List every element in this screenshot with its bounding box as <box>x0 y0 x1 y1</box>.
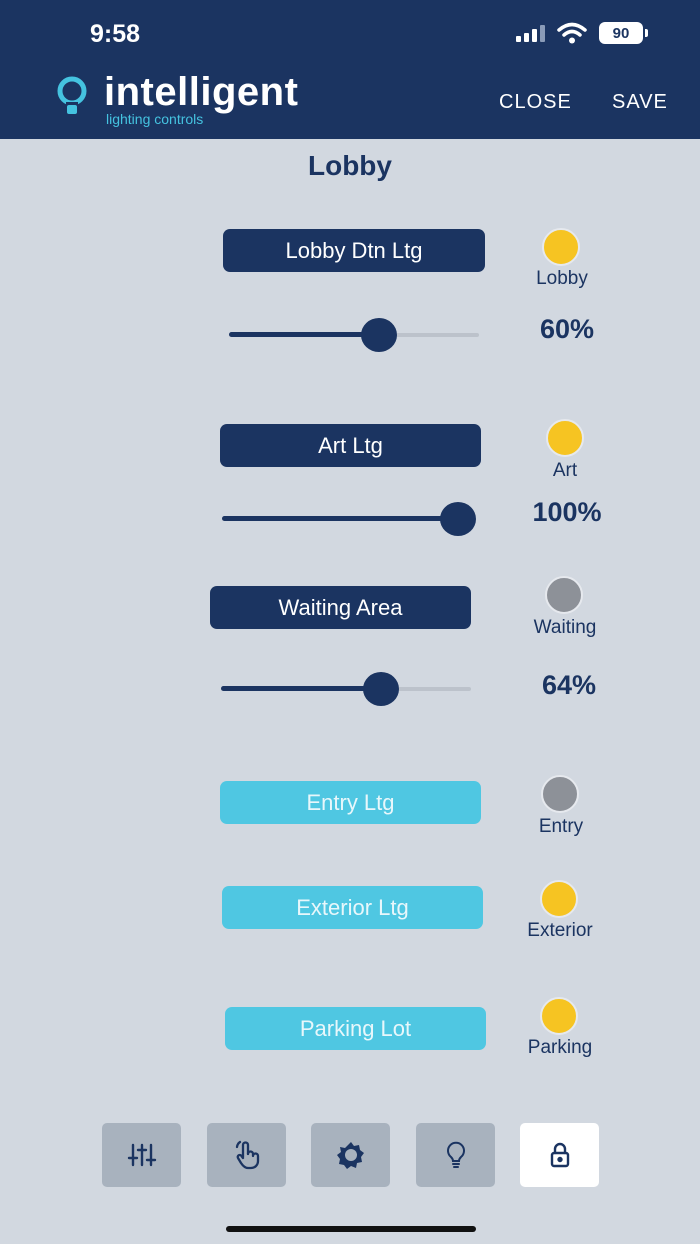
app-header: 9:58 90 intelligent lighting controls CL… <box>0 0 700 139</box>
slider-thumb[interactable] <box>440 502 476 536</box>
signal-icon <box>516 24 545 42</box>
level-percent-art: 100% <box>532 497 602 527</box>
tab-settings[interactable] <box>311 1123 390 1187</box>
indicator-parking <box>540 997 578 1035</box>
indicator-label-exterior: Exterior <box>527 920 593 941</box>
zone-button-lobby-dtn-ltg[interactable]: Lobby Dtn Ltg <box>223 229 485 272</box>
tab-sliders[interactable] <box>102 1123 181 1187</box>
indicator-label-lobby: Lobby <box>536 268 588 289</box>
page-title: Lobby <box>308 150 392 181</box>
indicator-waiting <box>545 576 583 614</box>
wifi-icon <box>557 22 587 44</box>
tab-touch[interactable] <box>207 1123 286 1187</box>
indicator-art <box>546 419 584 457</box>
gear-icon <box>336 1142 364 1169</box>
zone-button-entry-ltg[interactable]: Entry Ltg <box>220 781 481 824</box>
zone-button-art-ltg[interactable]: Art Ltg <box>220 424 481 467</box>
indicator-label-parking: Parking <box>527 1037 593 1058</box>
bulb-logo-icon <box>57 76 87 114</box>
sliders-icon <box>127 1143 156 1167</box>
dimmer-slider-art[interactable] <box>222 499 476 539</box>
save-button[interactable]: SAVE <box>612 91 668 114</box>
logo-tagline: lighting controls <box>106 111 204 127</box>
bulb-icon <box>446 1141 465 1168</box>
close-button[interactable]: CLOSE <box>499 91 572 114</box>
tab-lights[interactable] <box>416 1123 495 1187</box>
indicator-label-entry: Entry <box>538 816 584 837</box>
status-icons: 90 <box>516 22 648 44</box>
logo-wordmark: intelligent <box>104 70 299 114</box>
indicator-exterior <box>540 880 578 918</box>
level-percent-waiting: 64% <box>541 670 597 700</box>
status-time: 9:58 <box>90 20 141 48</box>
indicator-label-art: Art <box>552 460 578 481</box>
touch-icon <box>235 1140 259 1170</box>
tab-lock[interactable] <box>520 1123 599 1187</box>
indicator-label-waiting: Waiting <box>533 617 597 638</box>
lock-icon <box>550 1142 569 1168</box>
indicator-entry <box>541 775 579 813</box>
indicator-lobby <box>542 228 580 266</box>
level-percent-lobby: 60% <box>539 314 595 344</box>
battery-level: 90 <box>599 22 643 44</box>
dimmer-slider-waiting[interactable] <box>221 669 471 709</box>
home-indicator <box>226 1226 476 1232</box>
dimmer-slider-lobby[interactable] <box>229 315 479 355</box>
battery-icon: 90 <box>599 22 648 44</box>
slider-thumb[interactable] <box>361 318 397 352</box>
zone-button-waiting-area[interactable]: Waiting Area <box>210 586 471 629</box>
zone-button-parking-lot[interactable]: Parking Lot <box>225 1007 486 1050</box>
zone-button-exterior-ltg[interactable]: Exterior Ltg <box>222 886 483 929</box>
slider-thumb[interactable] <box>363 672 399 706</box>
